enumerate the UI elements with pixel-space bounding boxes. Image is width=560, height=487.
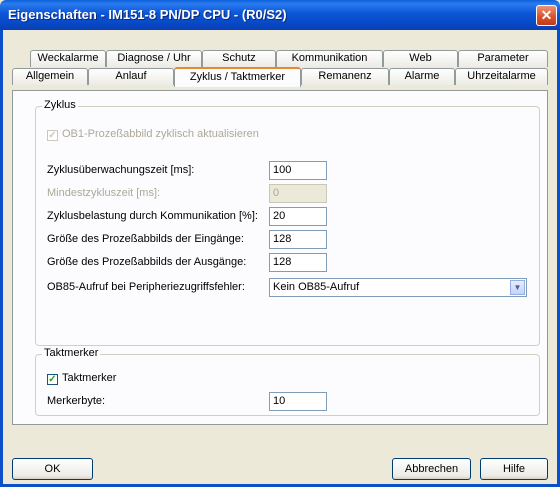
merkerbyte-input[interactable]: 10	[269, 392, 327, 411]
zyklusbelastung-label: Zyklusbelastung durch Kommunikation [%]:	[47, 210, 258, 222]
tab-zyklus-taktmerker[interactable]: Zyklus / Taktmerker	[174, 67, 301, 87]
group-taktmerker-label: Taktmerker	[42, 347, 101, 359]
chevron-down-icon[interactable]: ▼	[510, 280, 525, 295]
tab-kommunikation[interactable]: Kommunikation	[276, 50, 383, 67]
zyklusueberwachungszeit-label: Zyklusüberwachungszeit [ms]:	[47, 164, 195, 176]
tab-parameter[interactable]: Parameter	[458, 50, 548, 67]
ob85-dropdown-value: Kein OB85-Aufruf	[273, 281, 360, 293]
tab-anlauf[interactable]: Anlauf	[88, 68, 174, 85]
group-zyklus-label: Zyklus	[42, 99, 78, 111]
tab-schutz[interactable]: Schutz	[202, 50, 276, 67]
tab-diagnose-uhr[interactable]: Diagnose / Uhr	[106, 50, 202, 67]
ob85-dropdown[interactable]: Kein OB85-Aufruf ▼	[269, 278, 527, 297]
help-button[interactable]: Hilfe	[480, 458, 548, 480]
ob1-checkbox-label: OB1-Prozeßabbild zyklisch aktualisieren	[62, 128, 259, 140]
merkerbyte-label: Merkerbyte:	[47, 395, 106, 407]
tab-uhrzeitalarme[interactable]: Uhrzeitalarme	[455, 68, 548, 85]
cancel-button[interactable]: Abbrechen	[392, 458, 471, 480]
ok-button[interactable]: OK	[12, 458, 93, 480]
close-icon[interactable]: ✕	[536, 5, 557, 26]
prozessabbild-eingaenge-input[interactable]: 128	[269, 230, 327, 249]
mindestzykluszeit-input: 0	[269, 184, 327, 203]
ob1-checkbox: ✓	[47, 130, 58, 141]
prozessabbild-ausgaenge-label: Größe des Prozeßabbilds der Ausgänge:	[47, 256, 247, 268]
window-title: Eigenschaften - IM151-8 PN/DP CPU - (R0/…	[8, 7, 287, 22]
tab-allgemein[interactable]: Allgemein	[12, 68, 88, 85]
mindestzykluszeit-label: Mindestzykluszeit [ms]:	[47, 187, 161, 199]
tab-weckalarme[interactable]: Weckalarme	[30, 50, 106, 67]
taktmerker-checkbox-label: Taktmerker	[62, 372, 117, 384]
prozessabbild-eingaenge-label: Größe des Prozeßabbilds der Eingänge:	[47, 233, 244, 245]
title-bar: Eigenschaften - IM151-8 PN/DP CPU - (R0/…	[0, 0, 560, 30]
ob85-label: OB85-Aufruf bei Peripheriezugriffsfehler…	[47, 281, 245, 293]
taktmerker-checkbox[interactable]: ✓	[47, 374, 58, 385]
zyklusueberwachungszeit-input[interactable]: 100	[269, 161, 327, 180]
tab-alarme[interactable]: Alarme	[389, 68, 455, 85]
zyklusbelastung-input[interactable]: 20	[269, 207, 327, 226]
tab-panel: Zyklus ✓ OB1-Prozeßabbild zyklisch aktua…	[12, 90, 548, 425]
prozessabbild-ausgaenge-input[interactable]: 128	[269, 253, 327, 272]
tab-web[interactable]: Web	[383, 50, 458, 67]
group-zyklus: Zyklus	[35, 99, 540, 346]
tab-remanenz[interactable]: Remanenz	[301, 68, 389, 85]
